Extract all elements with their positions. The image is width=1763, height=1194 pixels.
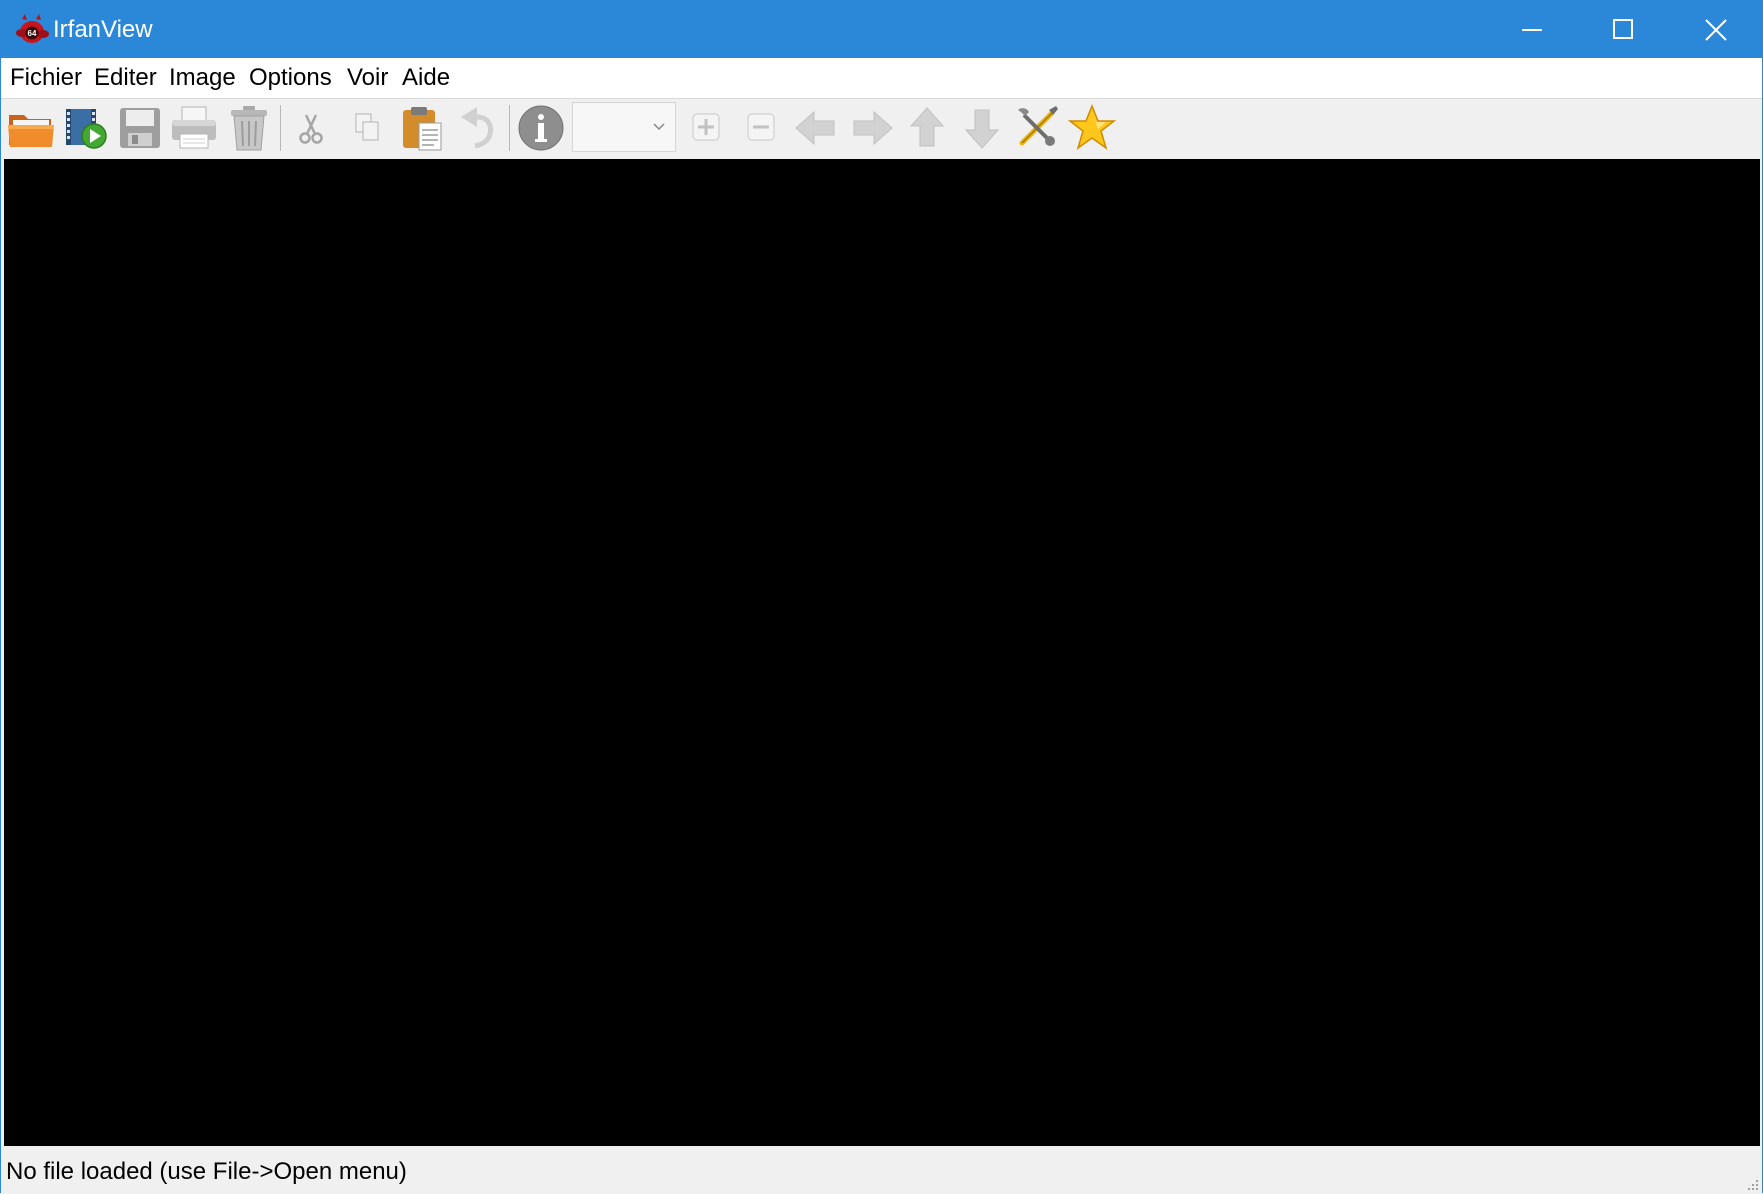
image-viewer[interactable] xyxy=(4,159,1760,1146)
info-button[interactable] xyxy=(516,103,566,153)
close-icon xyxy=(1705,19,1727,41)
status-bar: No file loaded (use File->Open menu) xyxy=(1,1147,1762,1194)
previous-button[interactable] xyxy=(791,103,841,153)
window-title: IrfanView xyxy=(53,16,153,43)
minimize-icon xyxy=(1522,29,1542,31)
minimize-button[interactable] xyxy=(1486,1,1578,58)
menu-image[interactable]: Image xyxy=(167,64,238,92)
arrow-right-icon xyxy=(853,110,893,146)
menu-fichier[interactable]: Fichier xyxy=(8,64,84,92)
close-button[interactable] xyxy=(1670,1,1762,58)
cut-icon xyxy=(299,114,323,144)
zoom-out-icon xyxy=(747,113,775,141)
title-bar[interactable]: 64 IrfanView xyxy=(1,1,1762,58)
save-icon xyxy=(120,108,160,148)
zoom-in-icon xyxy=(692,113,720,141)
undo-icon xyxy=(461,107,493,149)
properties-button[interactable] xyxy=(1012,103,1062,153)
save-button[interactable] xyxy=(115,103,165,153)
zoom-in-button[interactable] xyxy=(681,103,731,153)
arrow-up-icon xyxy=(909,107,945,147)
favorites-button[interactable] xyxy=(1067,103,1117,153)
delete-button[interactable] xyxy=(224,103,274,153)
open-folder-icon xyxy=(8,115,54,147)
slideshow-button[interactable] xyxy=(61,103,111,153)
irfanview-window: 64 IrfanView Fichier Editer Image Option… xyxy=(0,0,1763,1194)
menu-bar: Fichier Editer Image Options Voir Aide xyxy=(1,58,1762,99)
arrow-left-icon xyxy=(795,110,835,146)
zoom-combobox[interactable] xyxy=(572,102,676,152)
menu-editer[interactable]: Editer xyxy=(92,64,159,92)
next-button[interactable] xyxy=(847,103,897,153)
status-text: No file loaded (use File->Open menu) xyxy=(6,1158,407,1185)
zoom-out-button[interactable] xyxy=(736,103,786,153)
maximize-button[interactable] xyxy=(1578,1,1670,58)
menu-aide[interactable]: Aide xyxy=(400,64,452,92)
copy-button[interactable] xyxy=(342,103,392,153)
tools-icon xyxy=(1018,106,1058,146)
up-button[interactable] xyxy=(902,103,952,153)
maximize-icon xyxy=(1613,19,1633,39)
undo-button[interactable] xyxy=(453,103,503,153)
menu-options[interactable]: Options xyxy=(247,64,334,92)
print-icon xyxy=(172,106,216,149)
copy-icon xyxy=(355,113,379,141)
slideshow-icon xyxy=(66,109,107,149)
menu-voir[interactable]: Voir xyxy=(345,64,390,92)
toolbar-separator xyxy=(280,105,281,151)
open-button[interactable] xyxy=(6,103,56,153)
chevron-down-icon xyxy=(653,123,665,131)
down-button[interactable] xyxy=(957,103,1007,153)
paste-button[interactable] xyxy=(398,103,448,153)
info-icon xyxy=(518,105,564,151)
cut-button[interactable] xyxy=(286,103,336,153)
toolbar xyxy=(1,99,1762,158)
favorite-star-icon xyxy=(1067,103,1117,150)
delete-icon xyxy=(231,106,267,151)
irfanview-devil-icon: 64 xyxy=(16,14,49,43)
print-button[interactable] xyxy=(169,103,219,153)
arrow-down-icon xyxy=(964,109,1000,149)
paste-icon xyxy=(403,107,442,151)
toolbar-separator xyxy=(509,105,510,151)
app-icon-badge: 64 xyxy=(28,29,37,38)
resize-grip-icon[interactable] xyxy=(1744,1176,1760,1192)
